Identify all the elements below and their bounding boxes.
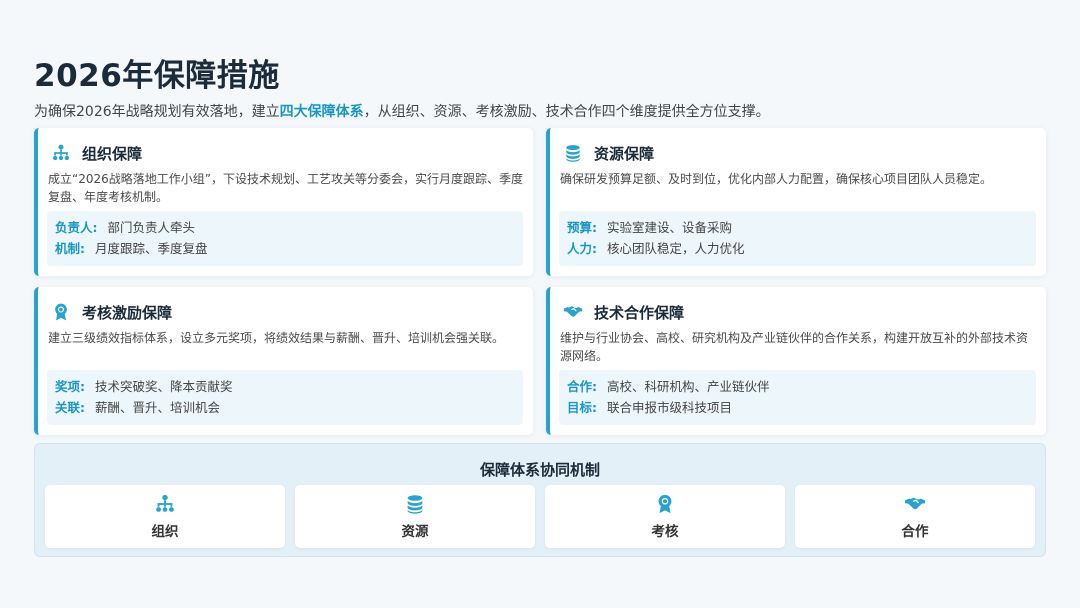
subtitle-before: 为确保2026年战略规划有效落地，建立: [34, 104, 280, 120]
org-chart-icon: [50, 142, 72, 164]
detail-key: 目标:: [567, 400, 597, 415]
detail-key: 机制:: [55, 241, 85, 256]
handshake-icon: [795, 493, 1035, 515]
coins-icon: [562, 142, 584, 164]
detail-key: 人力:: [567, 241, 597, 256]
award-icon: [50, 301, 72, 323]
handshake-icon: [562, 301, 584, 323]
page-subtitle: 为确保2026年战略规划有效落地，建立四大保障体系，从组织、资源、考核激励、技术…: [34, 101, 770, 121]
detail-key: 奖项:: [55, 379, 85, 394]
coins-icon: [295, 493, 535, 515]
detail-value: 实验室建设、设备采购: [607, 220, 733, 235]
mechanism-item-label: 考核: [651, 524, 679, 540]
subtitle-highlight: 四大保障体系: [279, 104, 364, 120]
card-details: 合作: 高校、科研机构、产业链伙伴 目标: 联合申报市级科技项目: [559, 370, 1036, 425]
mechanism-item-label: 组织: [151, 524, 179, 540]
card-details: 奖项: 技术突破奖、降本贡献奖 关联: 薪酬、晋升、培训机会: [47, 370, 523, 425]
detail-value: 技术突破奖、降本贡献奖: [95, 379, 233, 394]
mechanism-title: 保障体系协同机制: [479, 461, 600, 479]
card-title: 考核激励保障: [82, 303, 173, 322]
card-tech-cooperation: 技术合作保障 维护与行业协会、高校、研究机构及产业链伙伴的合作关系，构建开放互补…: [546, 287, 1046, 435]
mechanism-panel: 保障体系协同机制 组织 资源 考核 合作: [34, 443, 1046, 557]
mechanism-item-label: 合作: [901, 524, 929, 540]
mechanism-item-resources: 资源: [295, 485, 535, 548]
card-details: 预算: 实验室建设、设备采购 人力: 核心团队稳定，人力优化: [559, 211, 1036, 266]
award-icon: [545, 493, 785, 515]
detail-key: 关联:: [55, 400, 85, 415]
card-title: 组织保障: [82, 144, 143, 163]
page-title: 2026年保障措施: [34, 58, 280, 94]
card-description: 建立三级绩效指标体系，设立多元奖项，将绩效结果与薪酬、晋升、培训机会强关联。: [48, 331, 505, 345]
org-chart-icon: [45, 493, 285, 515]
mechanism-item-assessment: 考核: [545, 485, 785, 548]
detail-value: 高校、科研机构、产业链伙伴: [607, 379, 770, 394]
detail-value: 联合申报市级科技项目: [607, 400, 733, 415]
detail-value: 核心团队稳定，人力优化: [607, 241, 745, 256]
mechanism-item-organization: 组织: [45, 485, 285, 548]
subtitle-after: ，从组织、资源、考核激励、技术合作四个维度提供全方位支撑。: [363, 104, 770, 120]
mechanism-item-label: 资源: [401, 524, 429, 540]
detail-key: 合作:: [567, 379, 597, 394]
card-title: 资源保障: [594, 144, 655, 163]
detail-value: 部门负责人牵头: [107, 220, 196, 235]
card-incentives: 考核激励保障 建立三级绩效指标体系，设立多元奖项，将绩效结果与薪酬、晋升、培训机…: [34, 287, 533, 435]
card-description: 维护与行业协会、高校、研究机构及产业链伙伴的合作关系，构建开放互补的外部技术资源…: [560, 331, 1029, 363]
mechanism-item-cooperation: 合作: [795, 485, 1035, 548]
card-organization: 组织保障 成立“2026战略落地工作小组”，下设技术规划、工艺攻关等分委会，实行…: [34, 128, 533, 276]
card-title: 技术合作保障: [594, 303, 685, 322]
detail-key: 预算:: [567, 220, 597, 235]
card-resources: 资源保障 确保研发预算足额、及时到位，优化内部人力配置，确保核心项目团队人员稳定…: [546, 128, 1046, 276]
detail-value: 薪酬、晋升、培训机会: [95, 400, 221, 415]
card-description: 确保研发预算足额、及时到位，优化内部人力配置，确保核心项目团队人员稳定。: [560, 172, 993, 186]
detail-key: 负责人:: [55, 220, 98, 235]
detail-value: 月度跟踪、季度复盘: [95, 241, 208, 256]
card-details: 负责人: 部门负责人牵头 机制: 月度跟踪、季度复盘: [47, 211, 523, 266]
card-description: 成立“2026战略落地工作小组”，下设技术规划、工艺攻关等分委会，实行月度跟踪、…: [48, 172, 523, 204]
